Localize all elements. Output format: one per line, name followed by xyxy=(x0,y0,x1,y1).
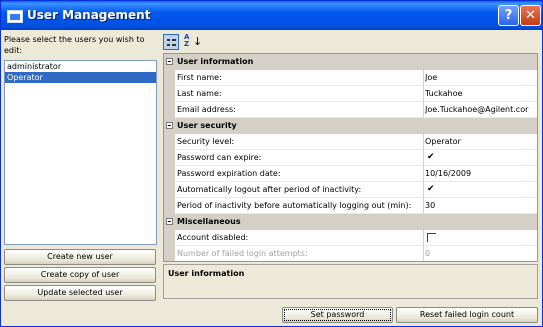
property-value[interactable] xyxy=(425,230,537,246)
property-value[interactable]: ✔ xyxy=(425,182,537,198)
category-user-information[interactable]: User information xyxy=(164,54,537,70)
property-row-auto-logout[interactable]: Automatically logout after period of ina… xyxy=(164,182,537,198)
property-label: First name: xyxy=(177,70,424,86)
checked-checkbox-icon[interactable]: ✔ xyxy=(427,185,436,194)
title-bar[interactable]: User Management ? ✕ xyxy=(1,1,542,30)
property-label: Security level: xyxy=(177,134,424,150)
property-row-email[interactable]: Email address: Joe.Tuckahoe@Agilent.cor xyxy=(164,102,537,118)
category-title: User security xyxy=(177,121,237,130)
window-icon xyxy=(7,10,23,23)
window-title: User Management xyxy=(27,8,151,22)
property-label: Account disabled: xyxy=(177,230,424,246)
update-selected-user-button[interactable]: Update selected user xyxy=(4,285,156,301)
property-value[interactable]: 30 xyxy=(425,198,537,214)
category-title: Miscellaneous xyxy=(177,217,241,226)
property-row-security-level[interactable]: Security level: Operator xyxy=(164,134,537,150)
property-value[interactable]: 10/16/2009 xyxy=(425,166,537,182)
help-button[interactable]: ? xyxy=(498,5,519,26)
categorized-button[interactable] xyxy=(163,34,179,50)
alphabetical-sort-button[interactable]: A Z ↓ xyxy=(183,34,202,50)
create-new-user-button[interactable]: Create new user xyxy=(4,249,156,265)
property-label: Password expiration date: xyxy=(177,166,424,182)
description-panel: User information xyxy=(163,264,538,299)
property-value: 0 xyxy=(425,246,537,261)
property-value[interactable]: Operator xyxy=(425,134,537,150)
property-label: Number of failed login attempts: xyxy=(177,246,424,261)
property-row-failed-login-attempts: Number of failed login attempts: 0 xyxy=(164,246,537,261)
unchecked-checkbox-icon[interactable] xyxy=(427,233,436,242)
collapse-icon[interactable] xyxy=(166,58,173,65)
user-select-prompt: Please select the users you wish to edit… xyxy=(4,35,145,55)
property-value[interactable]: Joe xyxy=(425,70,537,86)
category-user-security[interactable]: User security xyxy=(164,118,537,134)
set-password-button[interactable]: Set password xyxy=(282,307,393,323)
property-row-first-name[interactable]: First name: Joe xyxy=(164,70,537,86)
category-title: User information xyxy=(177,57,254,66)
create-copy-of-user-button[interactable]: Create copy of user xyxy=(4,267,156,283)
user-list-item[interactable]: Operator xyxy=(5,72,156,83)
property-row-password-can-expire[interactable]: Password can expire: ✔ xyxy=(164,150,537,166)
checked-checkbox-icon[interactable]: ✔ xyxy=(427,153,436,162)
property-grid[interactable]: User information First name: Joe Last na… xyxy=(163,53,538,262)
close-icon: ✕ xyxy=(525,8,536,23)
help-icon: ? xyxy=(504,8,513,23)
property-row-inactivity-period[interactable]: Period of inactivity before automaticall… xyxy=(164,198,537,214)
property-label: Password can expire: xyxy=(177,150,424,166)
collapse-icon[interactable] xyxy=(166,218,173,225)
property-row-account-disabled[interactable]: Account disabled: xyxy=(164,230,537,246)
user-list-item[interactable]: administrator xyxy=(5,61,156,72)
property-label: Automatically logout after period of ina… xyxy=(177,182,424,198)
description-title: User information xyxy=(168,269,245,278)
property-label: Last name: xyxy=(177,86,424,102)
category-miscellaneous[interactable]: Miscellaneous xyxy=(164,214,537,230)
property-value[interactable]: Tuckahoe xyxy=(425,86,537,102)
collapse-icon[interactable] xyxy=(166,122,173,129)
property-value[interactable]: Joe.Tuckahoe@Agilent.cor xyxy=(425,102,537,118)
property-value[interactable]: ✔ xyxy=(425,150,537,166)
user-list[interactable]: administrator Operator xyxy=(4,60,157,245)
property-row-last-name[interactable]: Last name: Tuckahoe xyxy=(164,86,537,102)
close-button[interactable]: ✕ xyxy=(520,5,541,26)
reset-failed-login-count-button[interactable]: Reset failed login count xyxy=(396,307,538,323)
property-row-password-expiration-date[interactable]: Password expiration date: 10/16/2009 xyxy=(164,166,537,182)
property-label: Email address: xyxy=(177,102,424,118)
property-label: Period of inactivity before automaticall… xyxy=(177,198,424,214)
